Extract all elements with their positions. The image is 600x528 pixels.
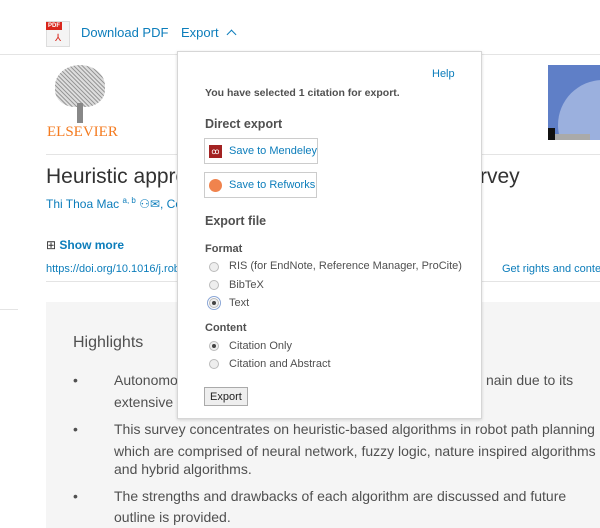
mendeley-icon: ꝏ: [209, 145, 222, 158]
doi-link[interactable]: https://doi.org/10.1016/j.rob: [46, 263, 180, 275]
pdf-badge: PDF: [46, 22, 62, 30]
direct-export-heading: Direct export: [205, 117, 283, 131]
save-to-mendeley-button[interactable]: ꝏ Save to Mendeley: [204, 138, 318, 164]
download-pdf-link[interactable]: Download PDF: [81, 25, 168, 40]
pdf-icon[interactable]: PDF ⅄: [46, 21, 70, 47]
export-label: Export: [181, 25, 219, 40]
format-label: Format: [205, 243, 243, 255]
elsevier-wordmark: ELSEVIER: [47, 124, 118, 140]
export-popup: Help You have selected 1 citation for ex…: [177, 51, 482, 419]
author-link[interactable]: Thi Thoa Mac a, b ⚇✉, Cos: [46, 196, 188, 211]
divider: [0, 309, 18, 310]
journal-cover[interactable]: [548, 65, 600, 140]
article-title: Heuristic appro: [46, 165, 188, 188]
rights-link[interactable]: Get rights and conter: [502, 263, 600, 275]
show-more-toggle[interactable]: ⊞ Show more: [46, 238, 124, 252]
article-title-tail: rvey: [480, 165, 520, 188]
plus-box-icon: ⊞: [46, 238, 57, 252]
chevron-up-icon: [226, 29, 237, 40]
export-menu-button[interactable]: Export: [181, 25, 237, 40]
save-to-refworks-button[interactable]: Save to Refworks: [204, 172, 317, 198]
highlights-heading: Highlights: [73, 334, 144, 351]
tree-icon: [55, 65, 105, 107]
person-icon: ⚇: [139, 197, 150, 211]
content-label: Content: [205, 322, 247, 334]
elsevier-logo: ELSEVIER: [47, 65, 118, 141]
selection-summary: You have selected 1 citation for export.: [205, 87, 400, 99]
refworks-icon: [209, 179, 222, 192]
export-button[interactable]: Export: [204, 387, 248, 406]
export-file-heading: Export file: [205, 214, 267, 228]
email-icon: ✉: [149, 197, 161, 211]
help-link[interactable]: Help: [432, 68, 455, 80]
